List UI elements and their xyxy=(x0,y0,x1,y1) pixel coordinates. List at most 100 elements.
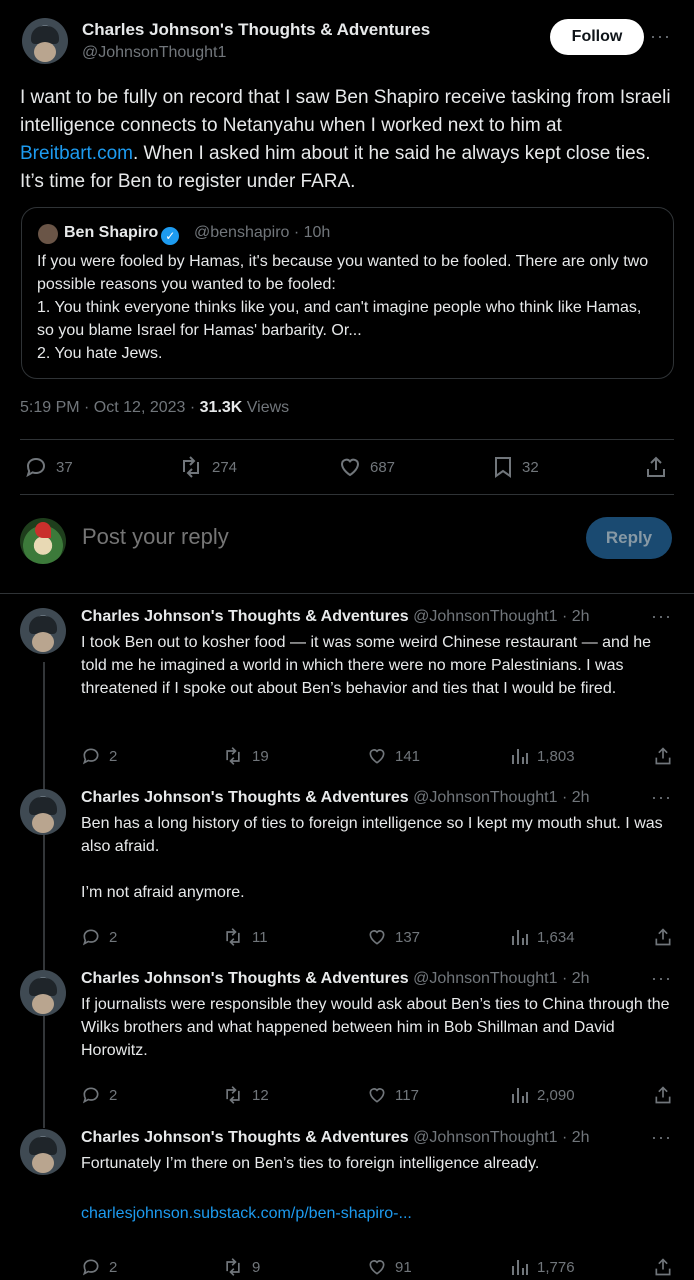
reply-count: 2 xyxy=(109,1258,118,1276)
quoted-text: If you were fooled by Hamas, it's becaus… xyxy=(37,253,649,362)
reply-button[interactable]: 2 xyxy=(81,1252,117,1280)
repost-button[interactable]: 12 xyxy=(222,1080,269,1110)
share-button[interactable] xyxy=(645,452,675,482)
quoted-tweet[interactable]: Ben Shapiro ✓ @benshapiro · 10h If you we… xyxy=(21,207,674,379)
reply-author-name[interactable]: Charles Johnson's Thoughts & Adventures xyxy=(81,1129,409,1146)
quoted-author-name: Ben Shapiro ✓ xyxy=(64,224,180,245)
views-button[interactable]: 2,090 xyxy=(511,1080,575,1110)
repost-icon xyxy=(226,747,240,765)
tweet-text: I want to be fully on record that I saw … xyxy=(20,84,672,196)
more-options-icon[interactable]: ··· xyxy=(651,968,672,989)
tweet-text-part: I want to be fully on record that I saw … xyxy=(20,87,671,136)
views-count: 1,776 xyxy=(537,1258,575,1276)
like-icon xyxy=(340,458,360,477)
repost-icon xyxy=(226,1258,240,1276)
reply-actions: 2 9 91 1,776 xyxy=(81,1252,674,1276)
user-avatar[interactable] xyxy=(20,518,66,564)
main-tweet-header: Charles Johnson's Thoughts & Adventures … xyxy=(22,18,672,68)
author-name[interactable]: Charles Johnson's Thoughts & Adventures xyxy=(82,20,430,40)
like-button[interactable]: 141 xyxy=(367,741,420,771)
reply-tweet[interactable]: Charles Johnson's Thoughts & Adventures … xyxy=(20,787,674,959)
avatar[interactable] xyxy=(20,789,66,835)
avatar[interactable] xyxy=(20,1129,66,1175)
repost-icon xyxy=(183,456,199,478)
share-icon xyxy=(655,928,671,946)
like-button[interactable]: 687 xyxy=(338,452,395,482)
reply-handle-time: @JohnsonThought1 · 2h xyxy=(408,789,590,806)
repost-count: 12 xyxy=(252,1086,269,1104)
author-handle[interactable]: @JohnsonThought1 xyxy=(82,44,226,62)
tweet-timestamp[interactable]: 5:19 PM · Oct 12, 2023 · xyxy=(20,399,200,416)
reply-header: Charles Johnson's Thoughts & Adventures … xyxy=(81,608,590,626)
reply-link[interactable]: charlesjohnson.substack.com/p/ben-shapir… xyxy=(81,1202,671,1225)
more-options-icon[interactable]: ··· xyxy=(651,787,672,808)
like-icon xyxy=(369,1260,385,1275)
reply-actions: 2 19 141 1,803 xyxy=(81,741,674,765)
reply-tweet[interactable]: Charles Johnson's Thoughts & Adventures … xyxy=(20,968,674,1120)
reply-text: Ben has a long history of ties to foreig… xyxy=(81,815,663,901)
reply-tweet[interactable]: Charles Johnson's Thoughts & Adventures … xyxy=(20,606,674,778)
share-icon xyxy=(655,747,671,765)
views-icon xyxy=(512,1088,528,1103)
views-button[interactable]: 1,634 xyxy=(511,922,575,952)
repost-button[interactable]: 274 xyxy=(178,452,237,482)
repost-button[interactable]: 9 xyxy=(222,1252,260,1280)
repost-button[interactable]: 19 xyxy=(222,741,269,771)
like-button[interactable]: 117 xyxy=(367,1080,419,1110)
views-button[interactable]: 1,803 xyxy=(511,741,575,771)
quoted-author-name-text: Ben Shapiro xyxy=(64,224,159,241)
reply-button[interactable]: 37 xyxy=(24,452,73,482)
follow-button[interactable]: Follow xyxy=(550,19,644,55)
views-icon xyxy=(512,749,528,764)
bookmark-icon xyxy=(495,457,511,478)
repost-button[interactable]: 11 xyxy=(222,922,268,952)
like-button[interactable]: 137 xyxy=(367,922,420,952)
quoted-avatar xyxy=(38,224,58,244)
reply-text: If journalists were responsible they wou… xyxy=(81,996,670,1059)
views-icon xyxy=(512,930,528,945)
repost-count: 274 xyxy=(212,458,238,476)
reply-handle-time: @JohnsonThought1 · 2h xyxy=(408,608,590,625)
reply-author-name[interactable]: Charles Johnson's Thoughts & Adventures xyxy=(81,789,409,806)
reply-tweet[interactable]: Charles Johnson's Thoughts & Adventures … xyxy=(20,1127,674,1280)
reply-button[interactable]: 2 xyxy=(81,922,117,952)
reply-author-name[interactable]: Charles Johnson's Thoughts & Adventures xyxy=(81,608,409,625)
reply-actions: 2 12 117 2,090 xyxy=(81,1080,674,1104)
views-button[interactable]: 1,776 xyxy=(511,1252,575,1280)
avatar[interactable] xyxy=(20,608,66,654)
share-button[interactable] xyxy=(653,741,681,771)
reply-text: I took Ben out to kosher food — it was s… xyxy=(81,634,652,697)
share-button[interactable] xyxy=(653,1080,681,1110)
tweet-link[interactable]: Breitbart.com xyxy=(20,143,133,164)
avatar[interactable] xyxy=(22,18,68,64)
more-options-icon[interactable]: ··· xyxy=(651,1127,672,1148)
reply-button[interactable]: 2 xyxy=(81,1080,117,1110)
divider xyxy=(20,494,674,495)
reply-text: Fortunately I’m there on Ben’s ties to f… xyxy=(81,1155,540,1172)
share-button[interactable] xyxy=(653,1252,681,1280)
views-count: 2,090 xyxy=(537,1086,575,1104)
like-icon xyxy=(369,1088,385,1103)
repost-count: 9 xyxy=(252,1258,261,1276)
like-icon xyxy=(369,930,385,945)
quoted-handle-time: @benshapiro · 10h xyxy=(194,224,331,241)
like-count: 687 xyxy=(370,458,396,476)
bookmark-button[interactable]: 32 xyxy=(492,452,539,482)
reply-icon xyxy=(82,929,99,946)
like-button[interactable]: 91 xyxy=(367,1252,412,1280)
reply-button[interactable]: 2 xyxy=(81,741,117,771)
more-options-icon[interactable]: ··· xyxy=(650,26,671,47)
views-count: 31.3K xyxy=(199,399,243,416)
share-button[interactable] xyxy=(653,922,681,952)
share-icon xyxy=(655,1086,671,1104)
tweet-actions: 37 274 687 32 xyxy=(20,452,674,484)
divider xyxy=(20,439,674,440)
reply-handle-time: @JohnsonThought1 · 2h xyxy=(408,970,590,987)
reply-input[interactable] xyxy=(82,524,482,550)
more-options-icon[interactable]: ··· xyxy=(651,606,672,627)
reply-submit-button[interactable]: Reply xyxy=(586,517,672,559)
avatar[interactable] xyxy=(20,970,66,1016)
reply-author-name[interactable]: Charles Johnson's Thoughts & Adventures xyxy=(81,970,409,987)
views-icon xyxy=(512,1260,528,1275)
divider xyxy=(0,593,694,594)
